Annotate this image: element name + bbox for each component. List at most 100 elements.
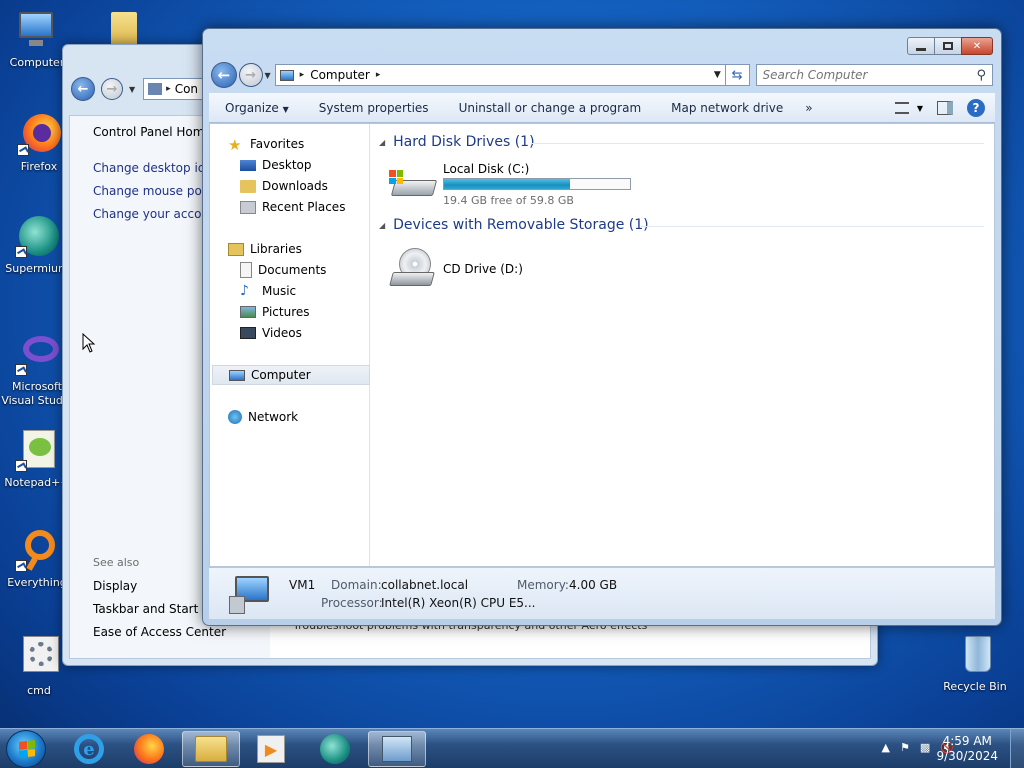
search-icon[interactable]: ⚲ bbox=[976, 68, 986, 83]
history-chevron-icon[interactable]: ▼ bbox=[265, 71, 271, 80]
back-button[interactable]: ← bbox=[211, 62, 237, 88]
visual-studio-icon bbox=[15, 332, 59, 376]
address-chevron-icon: ▸ bbox=[166, 84, 171, 94]
videos-icon bbox=[240, 327, 256, 339]
notepadpp-icon bbox=[15, 428, 59, 472]
address-dropdown-icon[interactable]: ▼ bbox=[714, 70, 721, 80]
search-box[interactable]: ⚲ bbox=[755, 64, 994, 86]
processor-value: Intel(R) Xeon(R) CPU E5... bbox=[381, 596, 536, 610]
view-options-button[interactable]: ▼ bbox=[894, 102, 923, 114]
nav-favorites[interactable]: ★ Favorites bbox=[228, 134, 386, 154]
nav-network[interactable]: Network bbox=[228, 407, 386, 427]
cp-link-mouse-pointers[interactable]: Change mouse poin bbox=[93, 184, 213, 198]
window-controls: ✕ bbox=[907, 37, 993, 55]
action-center-flag-icon[interactable]: ⚑ bbox=[900, 741, 910, 754]
address-bar[interactable]: ▸ Computer ▸ ▼ bbox=[274, 64, 726, 86]
map-network-drive-button[interactable]: Map network drive bbox=[671, 101, 783, 115]
local-disk-item[interactable]: Local Disk (C:) 19.4 GB free of 59.8 GB bbox=[387, 160, 647, 212]
hdd-header-divider bbox=[531, 143, 984, 144]
close-button[interactable]: ✕ bbox=[961, 37, 993, 55]
cp-link-home[interactable]: Control Panel Home bbox=[93, 125, 212, 139]
address-chevron-icon: ▸ bbox=[299, 70, 305, 80]
nav-music-label: Music bbox=[262, 284, 297, 298]
firefox-icon bbox=[17, 112, 61, 156]
command-bar: Organize ▼ System properties Uninstall o… bbox=[209, 93, 995, 123]
explorer-window[interactable]: ✕ ← → ▼ ▸ Computer ▸ ▼ ⇆ ⚲ Organize ▼ Sy… bbox=[202, 28, 1002, 626]
nav-network-label: Network bbox=[248, 410, 299, 424]
preview-pane-icon bbox=[937, 101, 953, 115]
taskbar-media-player[interactable]: ▶ bbox=[242, 731, 300, 767]
clock-date: 9/30/2024 bbox=[936, 749, 998, 763]
nav-desktop-label: Desktop bbox=[262, 158, 312, 172]
navigation-pane: ★ Favorites Desktop Downloads Recent Pla… bbox=[210, 124, 370, 566]
refresh-icon: ⇆ bbox=[731, 67, 743, 83]
cp-back-button[interactable]: ← bbox=[71, 77, 95, 101]
taskbar-supermium[interactable] bbox=[306, 731, 364, 767]
help-button[interactable]: ? bbox=[967, 99, 985, 117]
computer-small-icon bbox=[279, 69, 294, 81]
more-commands-button[interactable]: » bbox=[805, 101, 812, 115]
processor-label: Processor: bbox=[321, 596, 383, 610]
restore-button[interactable] bbox=[934, 37, 962, 55]
documents-icon bbox=[240, 262, 252, 278]
show-hidden-icons-icon[interactable]: ▲ bbox=[882, 741, 890, 754]
music-icon: ♪ bbox=[240, 283, 249, 299]
cp-link-account-picture[interactable]: Change your accou bbox=[93, 207, 209, 221]
cd-drive-name: CD Drive (D:) bbox=[443, 262, 523, 276]
address-text: Computer bbox=[310, 68, 370, 82]
taskbar-internet-explorer[interactable]: e bbox=[60, 731, 118, 767]
close-icon: ✕ bbox=[972, 40, 982, 52]
view-list-icon bbox=[894, 102, 909, 114]
control-panel-icon bbox=[148, 83, 163, 95]
computer-icon bbox=[15, 8, 59, 52]
supermium-icon bbox=[15, 214, 59, 258]
organize-label: Organize bbox=[225, 100, 279, 115]
organize-button[interactable]: Organize ▼ bbox=[225, 101, 289, 115]
nav-libraries[interactable]: Libraries bbox=[228, 239, 386, 259]
memory-value: 4.00 GB bbox=[569, 578, 618, 592]
cd-drive-icon bbox=[389, 248, 437, 290]
cp-link-desktop-icons[interactable]: Change desktop ico bbox=[93, 161, 212, 175]
system-clock[interactable]: 4:59 AM 9/30/2024 bbox=[936, 734, 998, 764]
cp-link-taskbar[interactable]: Taskbar and Start M bbox=[93, 602, 213, 616]
taskbar-explorer[interactable] bbox=[182, 731, 240, 767]
nav-pictures-label: Pictures bbox=[262, 305, 310, 319]
taskbar: e ▶ ▲ ⚑ ▩ 🔇 4:59 AM 9/30/2024 bbox=[0, 728, 1024, 768]
hdd-header-text: Hard Disk Drives (1) bbox=[393, 134, 535, 150]
desktop-icon bbox=[240, 159, 256, 171]
search-input[interactable] bbox=[762, 68, 977, 82]
media-player-icon: ▶ bbox=[257, 735, 285, 763]
group-removable-storage[interactable]: ◢ Devices with Removable Storage (1) bbox=[379, 217, 649, 233]
preview-pane-button[interactable] bbox=[937, 101, 953, 115]
taskbar-firefox[interactable] bbox=[120, 731, 178, 767]
start-button[interactable] bbox=[6, 730, 46, 768]
group-hard-disk-drives[interactable]: ◢ Hard Disk Drives (1) bbox=[379, 134, 535, 150]
everything-icon bbox=[15, 528, 59, 572]
nav-videos-label: Videos bbox=[262, 326, 302, 340]
show-desktop-button[interactable] bbox=[1010, 729, 1024, 768]
cp-forward-button[interactable]: → bbox=[101, 78, 123, 100]
minimize-icon bbox=[916, 47, 926, 51]
computer-name: VM1 bbox=[289, 578, 316, 592]
taskbar-control-panel[interactable] bbox=[368, 731, 426, 767]
network-status-icon[interactable]: ▩ bbox=[920, 741, 930, 754]
forward-button[interactable]: → bbox=[238, 63, 263, 87]
nav-computer[interactable]: Computer bbox=[212, 365, 370, 385]
star-icon: ★ bbox=[228, 136, 242, 154]
cp-link-ease-of-access[interactable]: Ease of Access Center bbox=[93, 625, 226, 639]
clock-time: 4:59 AM bbox=[942, 734, 992, 748]
content-pane: ◢ Hard Disk Drives (1) Local Disk (C:) 1… bbox=[371, 124, 994, 566]
control-panel-icon bbox=[382, 736, 412, 762]
refresh-button[interactable]: ⇆ bbox=[725, 64, 750, 86]
firefox-icon bbox=[134, 734, 164, 764]
cp-link-display[interactable]: Display bbox=[93, 579, 137, 593]
address-chevron-icon[interactable]: ▸ bbox=[376, 70, 381, 80]
minimize-button[interactable] bbox=[907, 37, 935, 55]
cd-drive-item[interactable]: CD Drive (D:) bbox=[387, 244, 587, 294]
uninstall-program-button[interactable]: Uninstall or change a program bbox=[459, 101, 642, 115]
nav-computer-label: Computer bbox=[251, 368, 311, 382]
desktop-icon-recycle-bin[interactable]: Recycle Bin bbox=[938, 632, 1012, 694]
cp-see-also-header: See also bbox=[93, 556, 140, 569]
cp-history-chevron-icon[interactable]: ▼ bbox=[129, 85, 135, 94]
system-properties-button[interactable]: System properties bbox=[319, 101, 429, 115]
